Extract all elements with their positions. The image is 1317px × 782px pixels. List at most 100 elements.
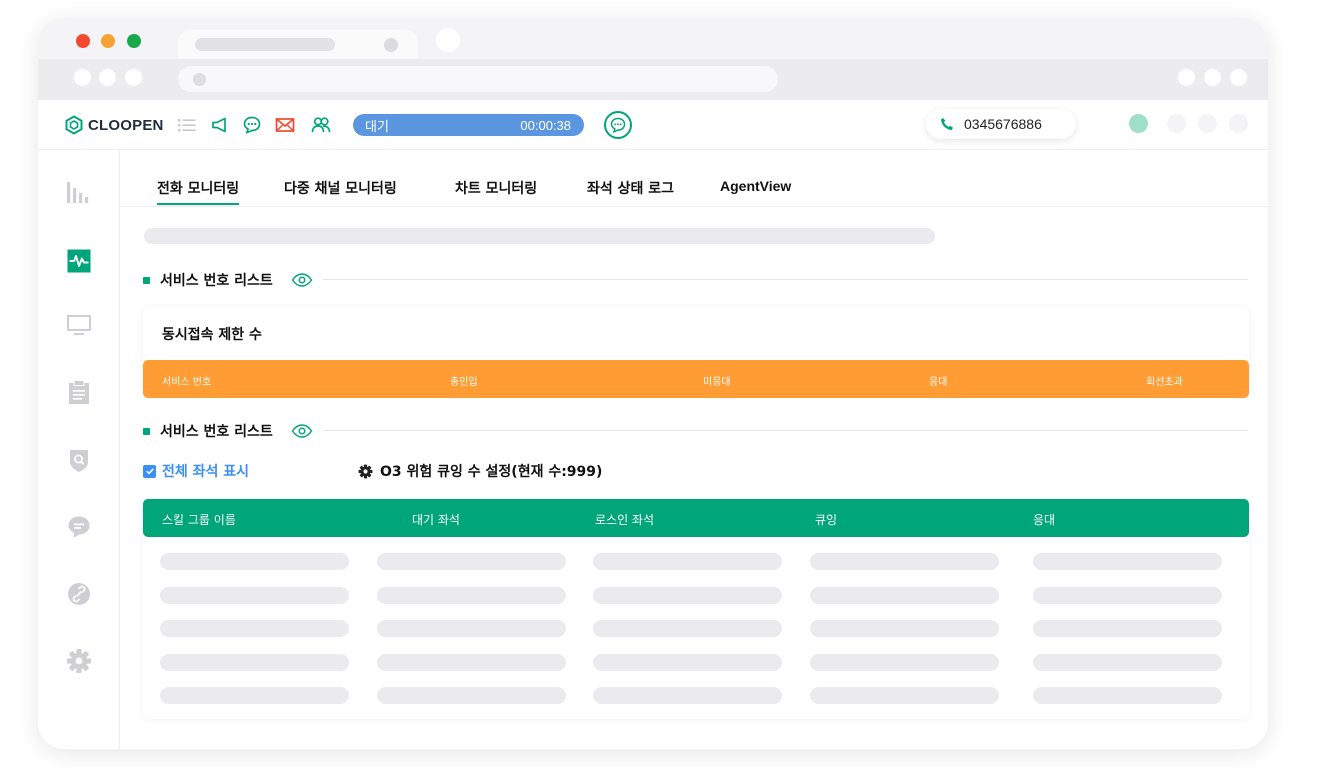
browser-tab-close-icon[interactable] <box>384 38 398 52</box>
table-cell-placeholder <box>810 620 999 637</box>
phone-number: 0345676886 <box>964 116 1042 132</box>
table-cell-placeholder <box>593 654 782 671</box>
table-cell-placeholder <box>593 553 782 570</box>
sidebar <box>38 150 120 749</box>
tab-agentview[interactable]: AgentView <box>720 178 791 194</box>
skill-group-table: 스킬 그룹 이름 대기 좌석 로스인 좌석 큐잉 응대 <box>143 499 1249 719</box>
app-header: CLOOPEN 대기 00:00:38 0345676886 <box>38 100 1268 150</box>
window-close-button[interactable] <box>76 34 90 48</box>
bar-chart-icon[interactable] <box>66 179 92 205</box>
table-cell-placeholder <box>160 587 349 604</box>
column-header: 대기 좌석 <box>412 513 460 527</box>
queue-risk-setting[interactable]: O3 위험 큐잉 수 설정(현재 수:999) <box>358 461 602 481</box>
eye-icon[interactable] <box>291 273 313 287</box>
table-cell-placeholder <box>810 687 999 704</box>
header-action-button-3[interactable] <box>1229 114 1248 133</box>
gear-icon[interactable] <box>66 648 92 674</box>
new-tab-button[interactable] <box>436 28 460 52</box>
monitoring-pulse-icon[interactable] <box>66 248 92 274</box>
tab-seat-status-log[interactable]: 좌석 상태 로그 <box>587 178 674 198</box>
column-header: 큐잉 <box>815 513 838 527</box>
section-bullet <box>143 276 150 284</box>
table-cell-placeholder <box>1033 620 1222 637</box>
logo-hexagon-icon <box>65 115 83 135</box>
browser-menu-button[interactable] <box>1230 69 1247 86</box>
table-cell-placeholder <box>810 654 999 671</box>
browser-extension-button[interactable] <box>1178 69 1195 86</box>
section-title-text: 서비스 번호 리스트 <box>160 424 273 440</box>
section-divider <box>323 279 1248 280</box>
browser-profile-button[interactable] <box>1204 69 1221 86</box>
service-number-table-header: 서비스 번호 총인입 미응대 응대 회선초과 <box>143 360 1249 398</box>
table-cell-placeholder <box>377 553 566 570</box>
table-cell-placeholder <box>377 654 566 671</box>
agent-status-timer: 00:00:38 <box>520 117 571 133</box>
chat-icon[interactable] <box>241 114 263 136</box>
table-cell-placeholder <box>377 587 566 604</box>
tab-multichannel-monitoring[interactable]: 다중 채널 모니터링 <box>284 178 397 198</box>
clipboard-icon[interactable] <box>66 379 92 405</box>
tab-call-monitoring[interactable]: 전화 모니터링 <box>157 178 239 198</box>
table-cell-placeholder <box>1033 587 1222 604</box>
forward-button[interactable] <box>99 69 116 86</box>
list-icon[interactable] <box>176 114 198 136</box>
show-all-seats-checkbox[interactable]: 전체 좌석 표시 <box>143 461 249 481</box>
gear-icon[interactable] <box>358 464 373 479</box>
table-cell-placeholder <box>160 620 349 637</box>
logo: CLOOPEN <box>64 115 164 135</box>
chat-bubble-icon <box>610 117 626 134</box>
table-cell-placeholder <box>593 687 782 704</box>
app-window: CLOOPEN 대기 00:00:38 0345676886 전화 모니터링 다… <box>38 18 1268 749</box>
column-header: 미응대 <box>703 377 731 388</box>
active-tab-indicator <box>157 203 239 205</box>
table-cell-placeholder <box>160 553 349 570</box>
column-header: 서비스 번호 <box>162 377 212 388</box>
address-bar[interactable] <box>178 66 778 92</box>
window-minimize-button[interactable] <box>101 34 115 48</box>
site-info-icon <box>193 73 206 86</box>
window-maximize-button[interactable] <box>127 34 141 48</box>
back-button[interactable] <box>74 69 91 86</box>
header-action-button-2[interactable] <box>1198 114 1217 133</box>
section-divider <box>323 430 1248 431</box>
mail-icon[interactable] <box>274 114 296 136</box>
table-cell-placeholder <box>1033 553 1222 570</box>
header-action-button-1[interactable] <box>1167 114 1186 133</box>
browser-tab-title <box>195 38 335 51</box>
online-status-indicator <box>1129 114 1148 133</box>
column-header: 스킬 그룹 이름 <box>162 513 236 527</box>
queue-risk-setting-label[interactable]: O3 위험 큐잉 수 설정(현재 수:999) <box>380 461 602 481</box>
card-title: 동시접속 제한 수 <box>162 327 262 343</box>
link-icon[interactable] <box>66 581 92 607</box>
section-title-text: 서비스 번호 리스트 <box>160 273 273 289</box>
table-cell-placeholder <box>377 620 566 637</box>
tab-chart-monitoring[interactable]: 차트 모니터링 <box>455 178 537 198</box>
megaphone-icon[interactable] <box>209 114 231 136</box>
section-title-service-list: 서비스 번호 리스트 <box>143 270 313 290</box>
message-icon[interactable] <box>66 514 92 540</box>
table-cell-placeholder <box>1033 687 1222 704</box>
skill-group-table-header: 스킬 그룹 이름 대기 좌석 로스인 좌석 큐잉 응대 <box>143 499 1249 537</box>
show-all-seats-label[interactable]: 전체 좌석 표시 <box>162 461 249 481</box>
monitor-icon[interactable] <box>66 312 92 338</box>
table-cell-placeholder <box>160 654 349 671</box>
reload-button[interactable] <box>125 69 142 86</box>
column-header: 응대 <box>1033 513 1056 527</box>
column-header: 응대 <box>929 377 948 388</box>
loading-placeholder-bar <box>144 228 935 244</box>
table-cell-placeholder <box>593 620 782 637</box>
table-cell-placeholder <box>810 587 999 604</box>
chat-bubble-button[interactable] <box>604 111 632 139</box>
shield-search-icon[interactable] <box>66 447 92 473</box>
users-icon[interactable] <box>310 114 332 136</box>
phone-number-box[interactable]: 0345676886 <box>926 109 1076 139</box>
table-cell-placeholder <box>810 553 999 570</box>
agent-status-bar[interactable]: 대기 00:00:38 <box>353 114 584 136</box>
eye-icon[interactable] <box>291 424 313 438</box>
monitoring-tabs: 전화 모니터링 다중 채널 모니터링 차트 모니터링 좌석 상태 로그 Agen… <box>120 150 1268 207</box>
checkbox-checked-icon[interactable] <box>143 464 156 478</box>
table-cell-placeholder <box>377 687 566 704</box>
table-cell-placeholder <box>1033 654 1222 671</box>
concurrent-limit-card: 동시접속 제한 수 서비스 번호 총인입 미응대 응대 회선초과 <box>143 307 1249 398</box>
table-cell-placeholder <box>593 587 782 604</box>
